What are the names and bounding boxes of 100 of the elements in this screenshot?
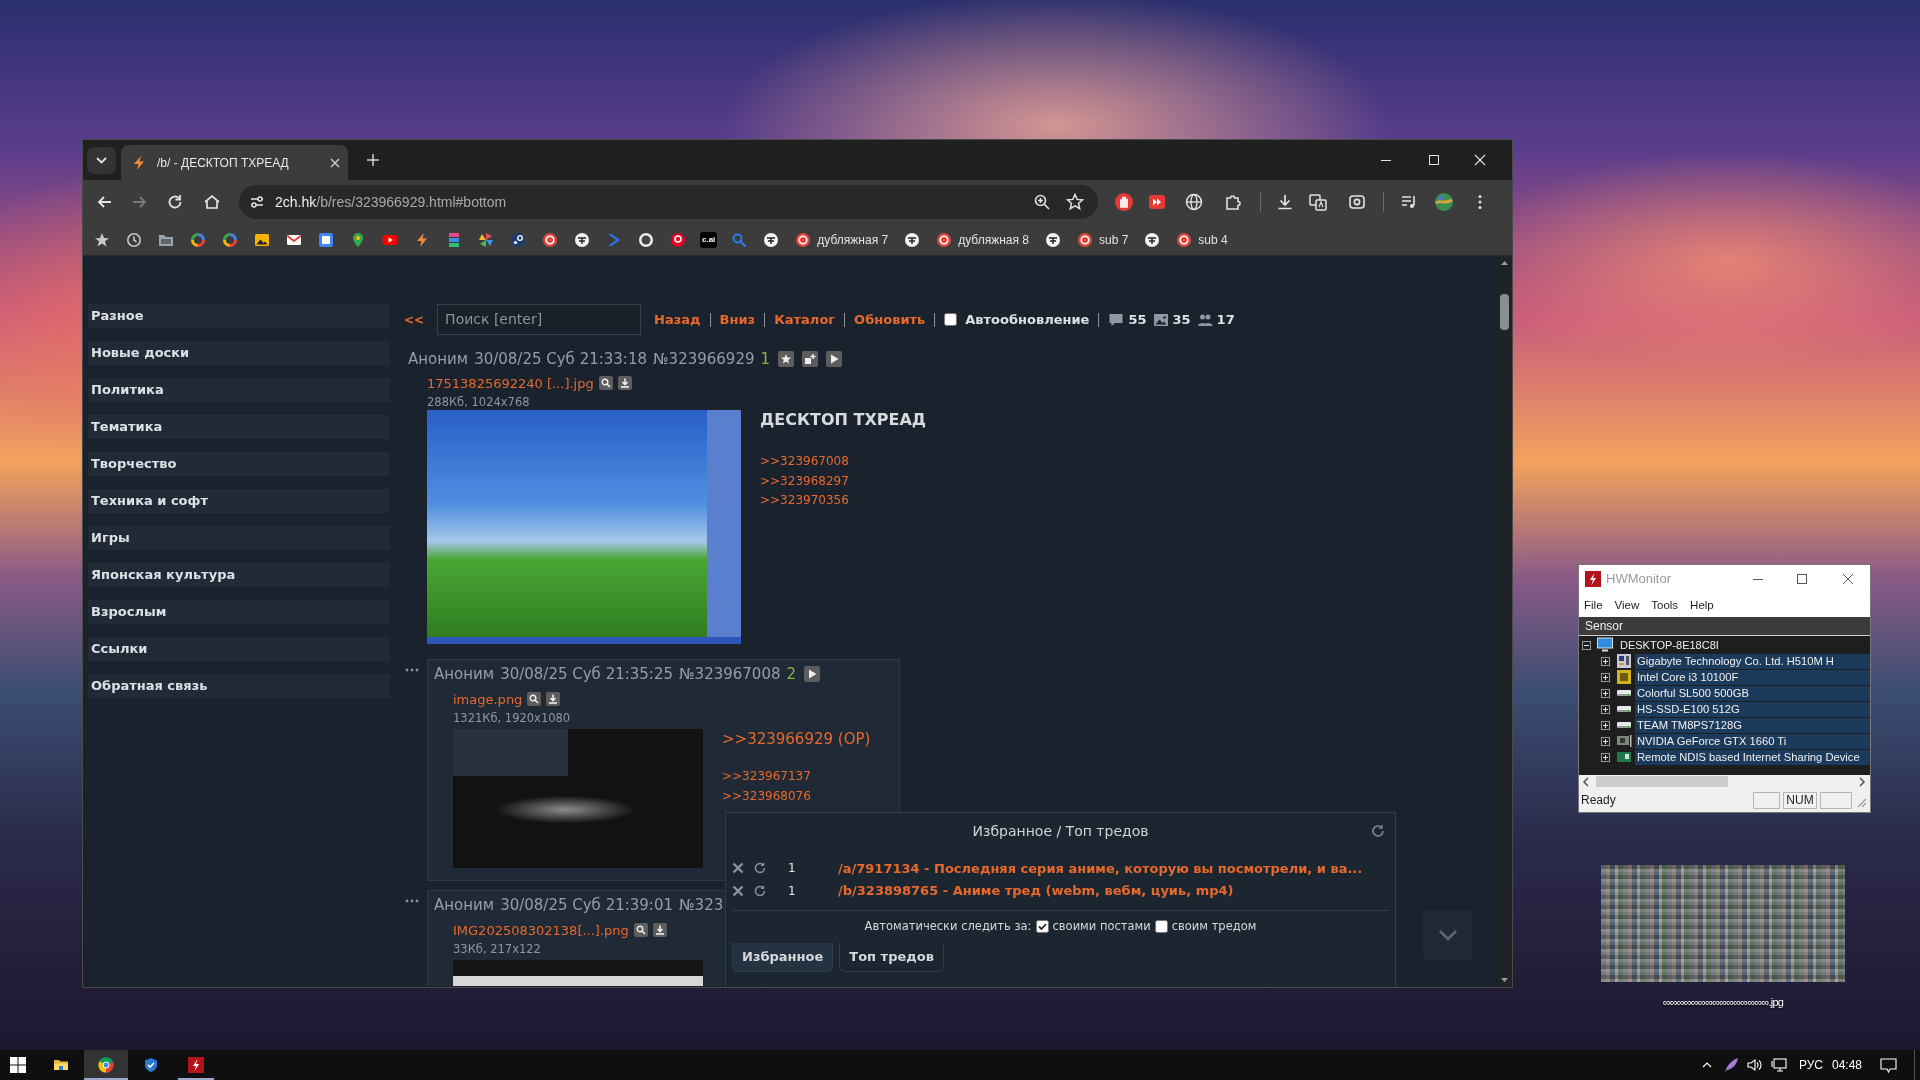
backlink[interactable]: >>323967008	[760, 454, 849, 468]
chevron-down-icon[interactable]	[87, 146, 116, 174]
expand-toggle[interactable]	[1582, 640, 1591, 650]
scrollbar-thumb[interactable]	[1500, 294, 1509, 330]
disc-icon[interactable]	[510, 231, 526, 248]
more-icon[interactable]	[405, 899, 419, 903]
resize-grip-icon[interactable]	[1856, 796, 1867, 808]
tree-item[interactable]: Remote NDIS based Internet Sharing Device	[1635, 749, 1870, 765]
round-logo-icon[interactable]	[1044, 231, 1061, 248]
round-logo-icon[interactable]	[670, 231, 686, 248]
expand-toggle[interactable]	[1601, 672, 1610, 682]
home-icon[interactable]	[202, 192, 222, 212]
bookmark-link[interactable]: дубляжная 8	[928, 227, 1037, 252]
post-number[interactable]: №323	[679, 896, 724, 914]
refresh-icon[interactable]	[754, 884, 766, 897]
clock-time[interactable]: 04:48	[1831, 1058, 1862, 1072]
round-logo-icon[interactable]	[574, 231, 590, 248]
add-icon[interactable]	[802, 351, 819, 367]
board-category-link[interactable]: Разное	[88, 304, 390, 328]
nav-link[interactable]: Вниз	[719, 312, 756, 327]
close-icon[interactable]	[732, 884, 744, 897]
more-icon[interactable]	[405, 668, 419, 672]
scrollbar-thumb[interactable]	[1596, 776, 1728, 787]
puzzle-icon[interactable]	[1223, 192, 1243, 212]
star-icon[interactable]	[1066, 193, 1084, 211]
file-name[interactable]: ∞∞∞∞∞∞∞∞∞∞∞∞∞∞∞.jpg	[1662, 995, 1784, 1009]
play-icon[interactable]	[804, 666, 821, 682]
tree-item[interactable]: DESKTOP-8E18C8I	[1618, 637, 1721, 653]
stack-icon[interactable]	[446, 231, 462, 248]
tree-item[interactable]: HS-SSD-E100 512G	[1635, 701, 1870, 717]
language-indicator[interactable]: РУС	[1798, 1058, 1823, 1072]
board-category-link[interactable]: Игры	[88, 526, 390, 550]
ring-icon[interactable]	[190, 231, 206, 248]
maximize-icon[interactable]	[1797, 573, 1807, 584]
menu-item[interactable]: File	[1584, 598, 1603, 611]
star-icon[interactable]	[94, 231, 110, 248]
file-link[interactable]: IMG202508302138[...].png	[453, 922, 629, 938]
refresh-icon[interactable]	[1371, 824, 1385, 838]
expand-toggle[interactable]	[1601, 720, 1610, 730]
tree-item[interactable]: Intel Core i3 10100F	[1635, 669, 1870, 685]
speaker-icon[interactable]	[1745, 1057, 1762, 1073]
search-icon[interactable]	[633, 923, 648, 937]
menu-item[interactable]: View	[1614, 598, 1640, 611]
translate-icon[interactable]	[318, 231, 334, 248]
monitor-icon[interactable]	[1770, 1057, 1787, 1073]
board-category-link[interactable]: Политика	[88, 378, 390, 402]
image-thumbnail[interactable]	[453, 960, 703, 986]
circle-icon[interactable]	[638, 231, 654, 248]
expand-toggle[interactable]	[1601, 736, 1610, 746]
star-icon[interactable]	[778, 351, 795, 367]
browser-tab[interactable]: /b/ - ДЕСКТОП ТХРЕАД	[121, 145, 348, 180]
image-thumbnail[interactable]	[453, 729, 703, 868]
panel-tab[interactable]: Топ тредов	[839, 943, 944, 972]
thread-link[interactable]: /b/323898765 - Аниме тред (webm, вебм, цуиь, mp4)	[838, 883, 1234, 899]
camera-icon[interactable]	[1347, 192, 1367, 212]
ring-icon[interactable]	[222, 231, 238, 248]
download-icon[interactable]	[652, 923, 667, 937]
file-link[interactable]: 17513825692240 [...].jpg	[427, 375, 594, 391]
picture-icon[interactable]	[254, 231, 270, 248]
image-thumbnail[interactable]	[1601, 865, 1845, 982]
taskbar-app-button[interactable]	[84, 1050, 128, 1080]
column-header[interactable]: Sensor	[1579, 617, 1870, 636]
nav-link[interactable]: Каталог	[774, 312, 836, 327]
round-logo-icon[interactable]	[904, 231, 921, 248]
board-category-link[interactable]: Творчество	[88, 452, 390, 476]
menu-item[interactable]: Help	[1690, 598, 1714, 611]
round-logo-icon[interactable]	[1144, 231, 1161, 248]
post-number[interactable]: №323967008	[679, 665, 781, 683]
bookmark-link[interactable]: sub 7	[1068, 227, 1137, 252]
hand-icon[interactable]	[1114, 192, 1134, 212]
zoom-icon[interactable]	[1033, 193, 1051, 211]
close-icon[interactable]	[1843, 573, 1853, 584]
expand-toggle[interactable]	[1601, 656, 1610, 666]
panel-tab[interactable]: Избранное	[732, 943, 834, 972]
board-category-link[interactable]: Японская культура	[88, 563, 390, 587]
sliders-icon[interactable]	[249, 194, 265, 210]
bookmark-tile[interactable]: c.ai	[700, 231, 718, 248]
checkbox[interactable]	[1154, 919, 1168, 933]
round-logo-icon[interactable]	[763, 231, 780, 248]
arrow-left-icon[interactable]	[1582, 776, 1590, 787]
arrow-right-icon[interactable]	[1858, 776, 1866, 787]
checkbox[interactable]	[1035, 919, 1049, 933]
board-category-link[interactable]: Взрослым	[88, 600, 390, 624]
expand-toggle[interactable]	[1601, 704, 1610, 714]
backlink[interactable]: >>323968297	[760, 473, 849, 488]
thread-link[interactable]: /a/7917134 - Последняя серия аниме, которую вы посмотрели, и ва...	[838, 860, 1363, 876]
search-icon[interactable]	[527, 692, 542, 706]
expand-toggle[interactable]	[1601, 752, 1610, 762]
board-category-link[interactable]: Обратная связь	[88, 674, 390, 698]
nav-link[interactable]: Назад	[654, 312, 701, 327]
tree-item[interactable]: Colorful SL500 500GB	[1635, 685, 1870, 701]
image-thumbnail[interactable]	[427, 410, 741, 644]
avatar-icon[interactable]	[1434, 192, 1454, 212]
tree-item[interactable]: Gigabyte Technology Co. Ltd. H510M H	[1635, 653, 1870, 669]
back-link[interactable]: <<	[404, 312, 425, 327]
bookmark-link[interactable]: дубляжная 7	[787, 227, 897, 252]
bookmark-link[interactable]: sub 4	[1168, 227, 1236, 252]
download-icon[interactable]	[617, 376, 632, 390]
backlink[interactable]: >>323967137	[722, 769, 811, 783]
ring-logo-icon[interactable]	[542, 231, 558, 248]
